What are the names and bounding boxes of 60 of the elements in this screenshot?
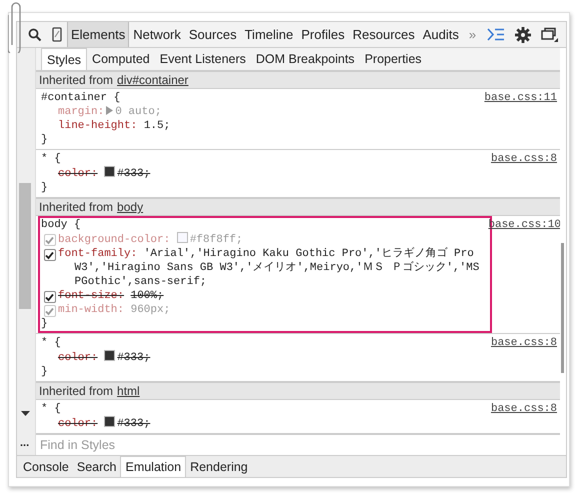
mobile-device-icon[interactable]	[52, 27, 62, 42]
panel-tab[interactable]: Sources	[184, 22, 241, 47]
css-selector: * {	[41, 152, 61, 166]
expand-arrow-icon[interactable]	[106, 106, 114, 115]
css-declaration: color: #333;	[58, 166, 150, 181]
css-declaration: margin: 0 auto;	[58, 105, 162, 119]
css-declaration: background-color: #f8f8ff;	[58, 232, 243, 247]
property-checkbox[interactable]	[44, 249, 56, 261]
element-link[interactable]: body	[117, 200, 144, 214]
sidebar-tab[interactable]: Properties	[360, 48, 427, 70]
css-declaration: min-width: 960px;	[58, 303, 170, 317]
sidebar-tab[interactable]: Computed	[87, 48, 155, 70]
panel-tab[interactable]: Timeline	[240, 22, 298, 47]
css-declaration: color: #333;	[58, 416, 150, 431]
css-selector: #container {	[41, 91, 120, 105]
color-swatch[interactable]	[104, 416, 116, 427]
color-swatch[interactable]	[176, 232, 188, 243]
scrollbar-thumb[interactable]	[561, 243, 564, 373]
caret-icon[interactable]	[21, 411, 30, 416]
panel-tab[interactable]: Network	[129, 22, 185, 47]
panel-tab[interactable]: Profiles	[297, 22, 349, 47]
drawer-tab[interactable]: Console	[19, 456, 73, 477]
color-swatch[interactable]	[104, 350, 116, 361]
css-declaration: font-family: 'Arial','Hiragino Kaku Gothic Pro','ヒラギノ角ゴ Pro W3','Hiragino Sans GB W3','メイリオ',Meiryo,'ＭＳ Ｐゴシック','MS PGothic',sans-serif;	[58, 247, 480, 289]
css-declaration: color: #333;	[58, 350, 150, 365]
css-selector: body {	[41, 218, 81, 232]
panel-tab[interactable]: Audits	[418, 22, 463, 47]
dock-icon[interactable]	[541, 27, 560, 42]
scrollbar-thumb[interactable]	[19, 183, 31, 309]
sidebar-tab[interactable]: Styles	[41, 48, 88, 70]
drawer-tab[interactable]: Emulation	[120, 456, 186, 477]
element-link[interactable]: div#container	[117, 73, 188, 87]
drawer-tab[interactable]: Search	[72, 456, 120, 477]
console-drawer-icon[interactable]	[487, 28, 506, 41]
settings-icon[interactable]	[515, 26, 532, 42]
source-link[interactable]: base.css:11	[484, 91, 557, 105]
source-link[interactable]: base.css:8	[490, 402, 557, 416]
sidebar-tab[interactable]: DOM Breakpoints	[250, 48, 360, 70]
panel-tab[interactable]: Resources	[348, 22, 419, 47]
source-link[interactable]: base.css:8	[490, 336, 557, 350]
property-checkbox[interactable]	[44, 291, 56, 303]
panel-tab[interactable]: Elements	[67, 22, 130, 47]
css-selector: * {	[41, 402, 61, 416]
closing-brace: }	[41, 133, 49, 147]
closing-brace: }	[41, 365, 49, 379]
inherited-label: Inherited from	[39, 73, 114, 87]
sidebar-tab[interactable]: Event Listeners	[154, 48, 251, 70]
drawer-tab[interactable]: Rendering	[186, 456, 252, 477]
more-button[interactable]: ...	[20, 437, 30, 449]
element-link[interactable]: html	[117, 384, 140, 398]
search-icon[interactable]	[28, 28, 42, 42]
inherited-label: Inherited from	[39, 200, 114, 214]
css-declaration: font-size: 100%;	[58, 289, 164, 303]
css-selector: * {	[41, 336, 61, 350]
closing-brace: }	[41, 317, 49, 331]
closing-brace: }	[41, 181, 49, 195]
css-declaration: line-height: 1.5;	[58, 119, 170, 133]
source-link[interactable]: base.css:8	[490, 152, 557, 166]
color-swatch[interactable]	[104, 166, 116, 177]
inherited-label: Inherited from	[39, 384, 114, 398]
